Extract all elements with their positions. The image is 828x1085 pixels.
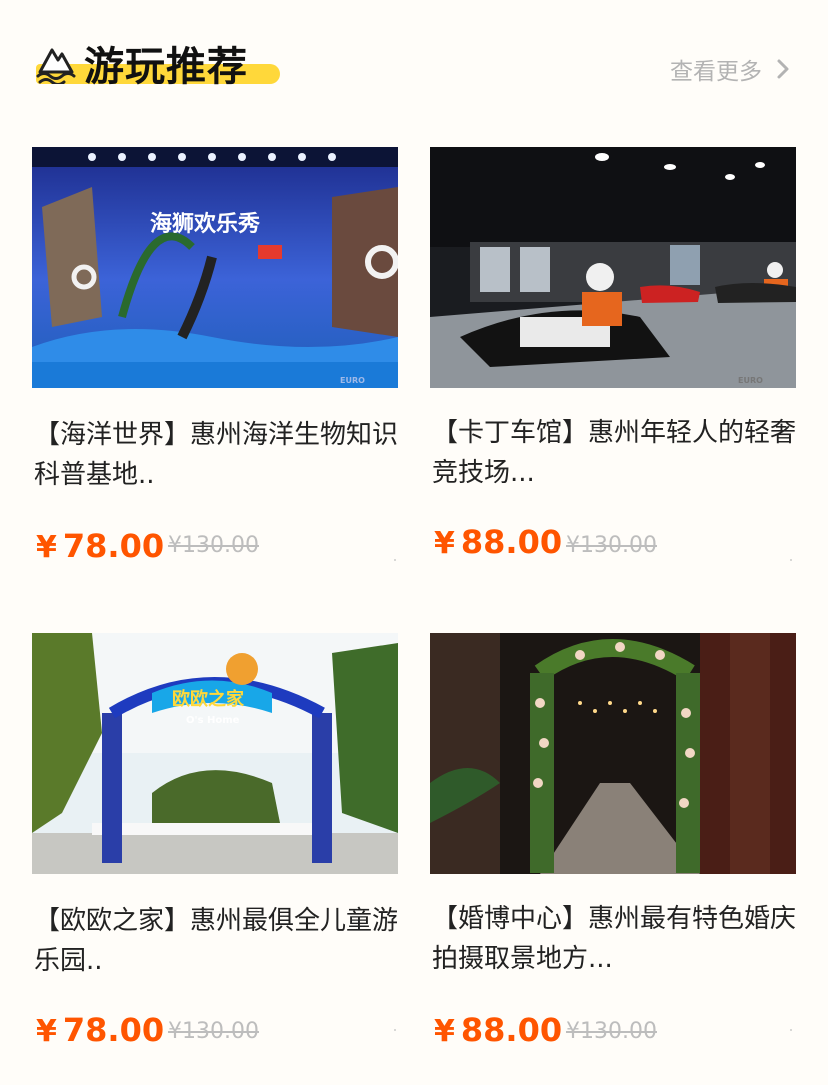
product-card-kart[interactable]: EURO 【卡丁车馆】惠州年轻人的轻奢竞技场... ¥88.00 ¥130.00 (430, 147, 796, 567)
product-image[interactable] (430, 633, 796, 874)
currency-symbol: ¥ (36, 1014, 57, 1049)
price: ¥88.00 (434, 1011, 562, 1049)
sign-text: 欧欧之家 (172, 688, 245, 710)
view-more-link[interactable]: 查看更多 (670, 52, 790, 86)
price-value: 78.00 (62, 527, 165, 565)
price: ¥78.00 (36, 527, 164, 565)
product-image[interactable]: EURO (430, 147, 796, 388)
currency-symbol: ¥ (434, 526, 455, 561)
product-card-ocean-world[interactable]: 海狮欢乐秀 EURO 【海洋世界】惠州海洋生物知识科普基地.. ¥78.00 ¥… (32, 147, 398, 567)
divider-dot (394, 559, 396, 561)
show-title: 海狮欢乐秀 (150, 211, 260, 237)
currency-symbol: ¥ (36, 530, 57, 565)
divider-dot (790, 559, 792, 561)
mountain-icon (36, 48, 76, 84)
price: ¥88.00 (434, 523, 562, 561)
price: ¥78.00 (36, 1011, 164, 1049)
sign-subtext: O's Home (186, 715, 240, 726)
product-image[interactable]: 欧欧之家 O's Home (32, 633, 398, 874)
chevron-right-icon (777, 59, 789, 79)
product-card-wedding-center[interactable]: 【婚博中心】惠州最有特色婚庆拍摄取景地方... ¥88.00 ¥130.00 (430, 633, 796, 1053)
original-price: ¥130.00 (566, 1019, 657, 1044)
price-value: 88.00 (460, 1011, 563, 1049)
product-image[interactable]: 海狮欢乐秀 EURO (32, 147, 398, 388)
section-header: 游玩推荐 查看更多 (0, 0, 828, 120)
view-more-label: 查看更多 (670, 59, 762, 85)
divider-dot (394, 1029, 396, 1031)
product-title[interactable]: 【欧欧之家】惠州最俱全儿童游乐园.. (34, 901, 400, 981)
section-title: 游玩推荐 (84, 44, 248, 90)
product-title[interactable]: 【婚博中心】惠州最有特色婚庆拍摄取景地方... (432, 899, 798, 979)
divider-dot (790, 1029, 792, 1031)
price-value: 78.00 (62, 1011, 165, 1049)
product-title[interactable]: 【海洋世界】惠州海洋生物知识科普基地.. (34, 415, 400, 495)
original-price: ¥130.00 (168, 1019, 259, 1044)
price-value: 88.00 (460, 523, 563, 561)
product-card-os-home[interactable]: 欧欧之家 O's Home 【欧欧之家】惠州最俱全儿童游乐园.. ¥78.00 … (32, 633, 398, 1053)
original-price: ¥130.00 (168, 533, 259, 558)
watermark: EURO (340, 376, 365, 385)
product-title[interactable]: 【卡丁车馆】惠州年轻人的轻奢竞技场... (432, 413, 798, 493)
original-price: ¥130.00 (566, 533, 657, 558)
currency-symbol: ¥ (434, 1014, 455, 1049)
watermark: EURO (738, 376, 763, 385)
